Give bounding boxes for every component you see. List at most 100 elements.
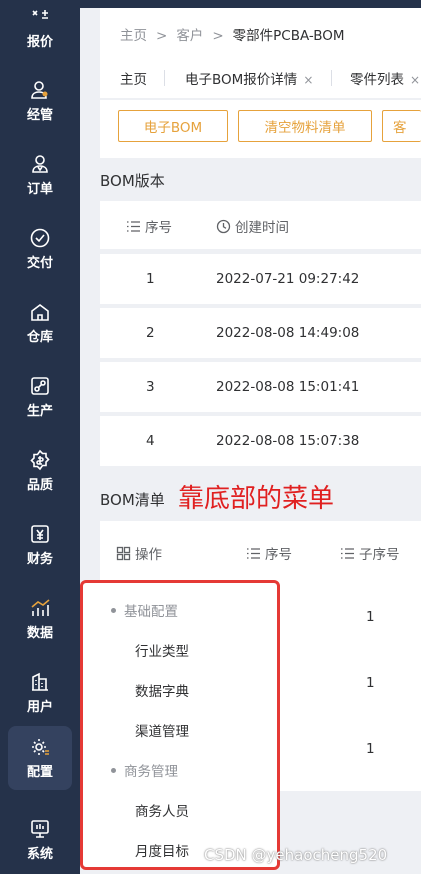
check-circle-icon [30,228,50,248]
sidebar-item-label: 生产 [26,404,53,419]
sidebar-item-finance[interactable]: 财务 [0,513,80,577]
clock-icon [216,219,231,233]
sidebar-item-label: 配置 [26,765,53,780]
table-row[interactable]: 2 2022-08-08 14:49:08 [100,308,421,358]
cell-sub-no: 1 [366,741,375,757]
sidebar-item-label: 经管 [26,108,53,123]
sidebar-item-data[interactable]: 数据 [0,587,80,651]
sidebar-item-label: 报价 [26,35,53,50]
table-row[interactable]: 3 2022-08-08 15:01:41 [100,362,421,412]
sidebar-item-quote[interactable]: 报价 [0,0,80,60]
menu-group-business-management: 商务管理 [111,760,178,780]
quality-icon [30,449,50,471]
breadcrumb: 主页 > 客户 > 零部件PCBA-BOM [120,24,345,44]
sidebar-item-label: 交付 [26,256,53,271]
tab-label: 零件列表 [350,72,404,88]
list-icon [341,547,354,559]
sidebar-item-user[interactable]: 用户 [0,661,80,725]
sidebar-item-config[interactable]: 配置 [8,726,72,790]
close-icon[interactable]: × [303,73,313,87]
column-header-label: 序号 [265,547,292,563]
list-icon [127,220,140,232]
menu-item-industry-type[interactable]: 行业类型 [135,640,189,660]
sidebar-item-manage[interactable]: 经管 [0,69,80,133]
breadcrumb-current: 零部件PCBA-BOM [232,28,345,44]
column-header-no[interactable]: 序号 [126,216,172,236]
grid-icon [116,546,131,560]
column-header-label: 序号 [145,220,172,236]
breadcrumb-separator: > [156,28,168,44]
annotation-text: 靠底部的菜单 [178,484,335,514]
cell-sub-no: 1 [366,675,375,691]
sidebar-item-label: 品质 [26,478,53,493]
top-strip [80,0,421,8]
menu-item-monthly-target[interactable]: 月度目标 [135,840,189,860]
bom-list-title: BOM清单 [100,491,165,509]
row-no: 4 [146,433,155,449]
sidebar: 报价 经管 订单 交付 仓库 生产 品质 财务 数据 用户 配置 系统 [0,0,80,874]
sidebar-item-label: 财务 [26,552,53,567]
tab-home[interactable]: 主页 [120,68,147,88]
column-header-created-time[interactable]: 创建时间 [216,216,289,236]
page-header: 主页 > 客户 > 零部件PCBA-BOM 主页 电子BOM报价详情 × 零件列表 × [100,8,421,98]
table-row[interactable]: 1 2022-07-21 09:27:42 [100,254,421,304]
column-header-label: 子序号 [359,547,400,563]
row-created-time: 2022-08-08 14:49:08 [216,325,360,341]
sidebar-item-order[interactable]: 订单 [0,143,80,207]
breadcrumb-separator: > [212,28,224,44]
menu-group-title: 商务管理 [124,764,178,780]
tab-label: 主页 [120,72,147,88]
sidebar-item-label: 仓库 [26,330,53,345]
system-monitor-icon [31,820,49,838]
menu-item-channel-management[interactable]: 渠道管理 [135,720,189,740]
sidebar-item-warehouse[interactable]: 仓库 [0,291,80,355]
customer-button[interactable]: 客 [382,110,421,142]
column-header-sub-no[interactable]: 子序号 [340,543,400,563]
cell-sub-no: 1 [366,609,375,625]
quote-icon [32,10,48,19]
column-header-label: 创建时间 [235,220,289,236]
order-icon [32,155,48,173]
row-no: 1 [146,271,155,287]
sidebar-item-system[interactable]: 系统 [0,808,80,872]
menu-group-basic-config: 基础配置 [111,600,178,620]
sidebar-item-delivery[interactable]: 交付 [0,217,80,281]
table-row[interactable]: 4 2022-08-08 15:07:38 [100,416,421,466]
bullet-icon [111,607,116,613]
column-header-action[interactable]: 操作 [116,543,162,563]
tab-parts-list[interactable]: 零件列表 × [350,68,420,88]
row-created-time: 2022-07-21 09:27:42 [216,271,360,287]
clear-material-list-button[interactable]: 清空物料清单 [238,110,372,142]
breadcrumb-item[interactable]: 主页 [120,28,147,44]
config-popup-menu: 基础配置 行业类型 数据字典 渠道管理 商务管理 商务人员 月度目标 [80,580,280,870]
row-no: 2 [146,325,155,341]
user-building-icon [32,672,48,691]
column-header-label: 操作 [135,547,162,563]
tab-bar: 主页 电子BOM报价详情 × 零件列表 × [100,60,421,98]
action-bar: 电子BOM 清空物料清单 客 [100,100,421,158]
breadcrumb-item[interactable]: 客户 [176,28,203,44]
sidebar-item-label: 系统 [26,847,53,862]
tab-label: 电子BOM报价详情 [185,72,298,88]
tab-divider [164,70,165,86]
finance-icon [31,525,49,543]
menu-item-data-dictionary[interactable]: 数据字典 [135,680,189,700]
tab-divider [331,70,332,86]
sidebar-item-label: 数据 [26,626,53,641]
sidebar-item-production[interactable]: 生产 [0,365,80,429]
user-manage-icon [31,81,48,99]
column-header-no[interactable]: 序号 [246,543,292,563]
close-icon[interactable]: × [410,73,420,87]
sidebar-item-quality[interactable]: 品质 [0,439,80,503]
watermark: CSDN @yehaocheng520 [204,846,388,864]
menu-group-title: 基础配置 [124,604,178,620]
bullet-icon [111,767,116,773]
bom-version-header: 序号 创建时间 [100,201,421,249]
electronic-bom-button[interactable]: 电子BOM [118,110,228,142]
row-created-time: 2022-08-08 15:07:38 [216,433,360,449]
bom-version-title: BOM版本 [100,172,165,190]
menu-item-business-staff[interactable]: 商务人员 [135,800,189,820]
row-no: 3 [146,379,155,395]
tab-bom-quote-detail[interactable]: 电子BOM报价详情 × [185,68,313,88]
list-icon [247,547,260,559]
